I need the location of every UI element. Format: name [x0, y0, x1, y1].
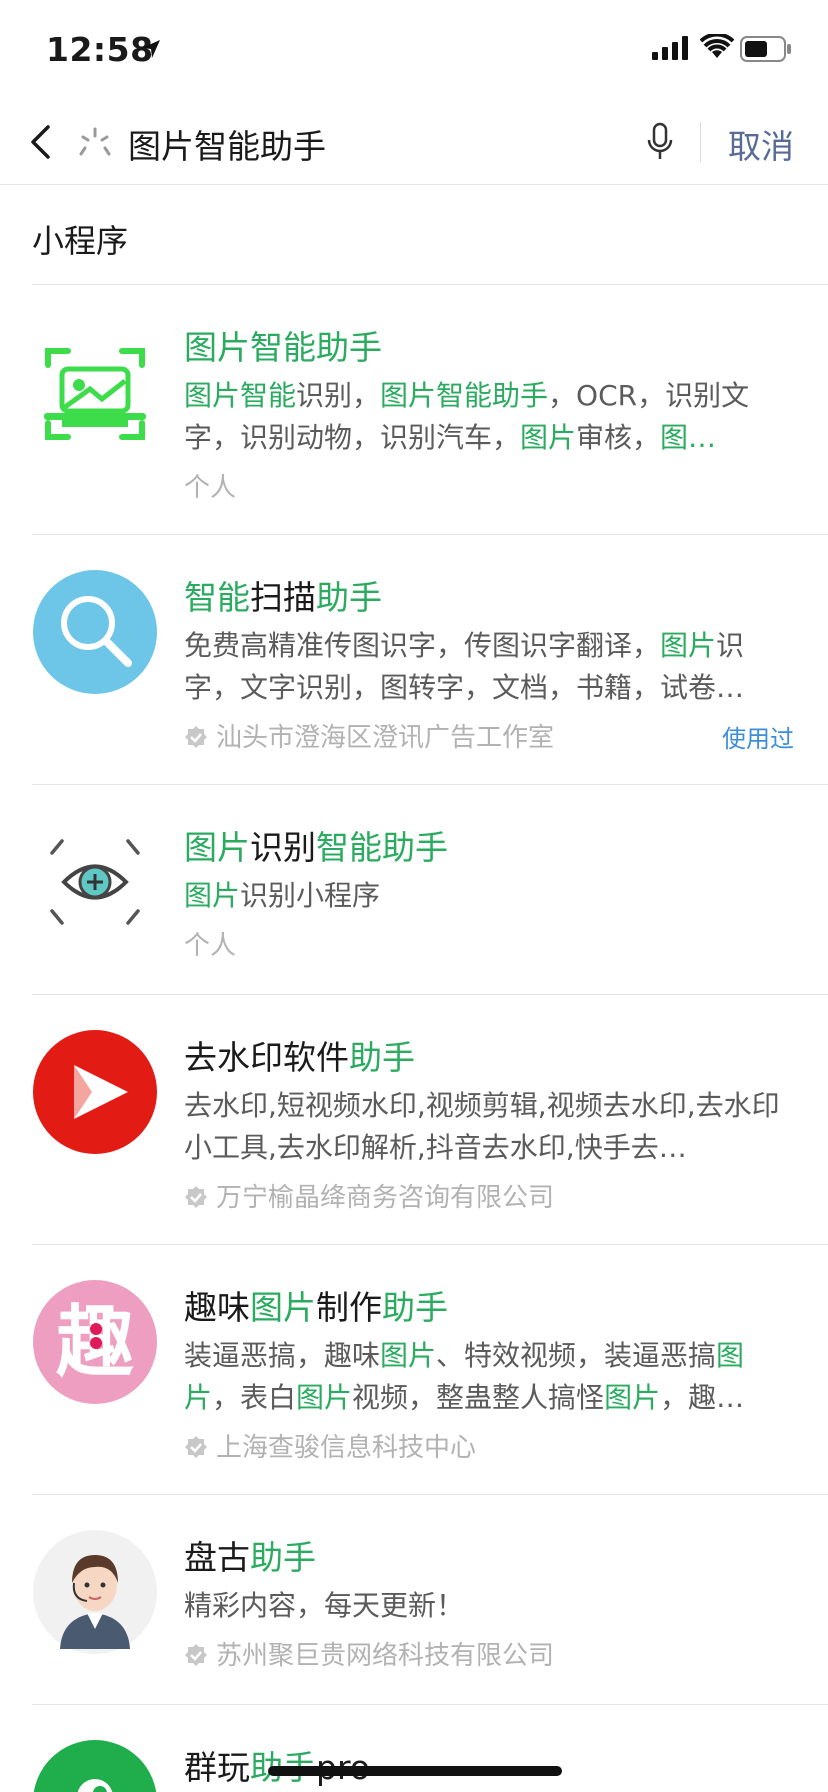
list-item[interactable]: 去水印软件助手 去水印,短视频水印,视频剪辑,视频去水印,去水印小工具,去水印解… — [0, 995, 828, 1245]
assistant-avatar-icon — [32, 1529, 158, 1655]
desc-segment: ，趣… — [660, 1381, 745, 1414]
title-segment: 去水印软件 — [184, 1038, 349, 1077]
owner-text: 个人 — [184, 931, 237, 961]
desc-segment: 图片 — [184, 879, 241, 912]
scan-frame-icon — [32, 331, 158, 457]
list-item[interactable]: 图片识别智能助手 图片识别小程序 个人 — [0, 785, 828, 995]
search-input[interactable]: 图片智能助手 — [128, 120, 326, 168]
eye-icon — [32, 819, 158, 945]
status-time: 12:58 — [46, 30, 154, 69]
item-title: 图片识别智能助手 — [184, 821, 448, 869]
title-segment: 图片 — [250, 1288, 316, 1327]
battery-icon — [740, 36, 791, 62]
title-segment: 助手 — [250, 1538, 316, 1577]
item-owner: 苏州聚巨贵网络科技有限公司 — [184, 1635, 554, 1672]
owner-text: 汕头市澄海区澄讯广告工作室 — [216, 723, 555, 753]
owner-text: 个人 — [184, 473, 237, 503]
item-owner: 万宁榆晶绛商务咨询有限公司 — [184, 1177, 554, 1214]
location-arrow-icon — [142, 40, 160, 58]
green-logo-icon — [32, 1739, 158, 1792]
title-segment: 群玩 — [184, 1748, 250, 1787]
header-divider — [700, 122, 701, 162]
title-segment: 识别 — [250, 828, 316, 867]
title-segment: 制作 — [316, 1288, 382, 1327]
item-title: 智能扫描助手 — [184, 571, 382, 619]
section-title: 小程序 — [32, 222, 129, 260]
owner-text: 万宁榆晶绛商务咨询有限公司 — [216, 1183, 555, 1213]
desc-segment: 去水印,短视频水印,视频剪辑,视频去水印,去水印小工具,去水印解析,抖音去水印,… — [184, 1089, 780, 1164]
back-icon[interactable] — [28, 124, 54, 160]
title-segment: 盘古 — [184, 1538, 250, 1577]
item-title: 群玩助手pro — [184, 1741, 370, 1789]
title-segment: 图片智能助手 — [184, 328, 382, 367]
desc-segment: 图片 — [604, 1381, 661, 1414]
signal-icon — [652, 36, 688, 60]
loading-spinner-icon — [79, 127, 111, 156]
title-segment: 图片 — [184, 828, 250, 867]
item-title: 趣味图片制作助手 — [184, 1281, 448, 1329]
title-segment: 扫描 — [250, 578, 316, 617]
item-owner: 个人 — [184, 467, 236, 504]
title-segment: 智能助手 — [316, 828, 448, 867]
item-title: 盘古助手 — [184, 1531, 316, 1579]
title-segment: 助手 — [316, 578, 382, 617]
title-segment: 助手 — [382, 1288, 448, 1327]
desc-segment: 图片智能助手 — [380, 379, 549, 412]
used-badge: 使用过 — [722, 725, 794, 753]
owner-text: 上海查骏信息科技中心 — [216, 1433, 477, 1463]
search-bar: 图片智能助手 取消 — [0, 100, 828, 185]
list-item[interactable]: 智能扫描助手 免费高精准传图识字，传图识字翻译，图片识字，文字识别，图转字，文档… — [0, 535, 828, 785]
home-indicator — [268, 1766, 562, 1776]
play-icon — [32, 1029, 158, 1155]
item-owner: 汕头市澄海区澄讯广告工作室 — [184, 717, 554, 754]
title-segment: 助手 — [349, 1038, 415, 1077]
item-owner: 上海查骏信息科技中心 — [184, 1427, 476, 1464]
magnifier-icon — [32, 569, 158, 695]
desc-segment: 审核， — [576, 421, 661, 454]
desc-segment: 图片 — [660, 629, 717, 662]
verified-icon — [185, 1186, 207, 1208]
desc-segment: 识别小程序 — [240, 879, 381, 912]
item-description: 图片识别小程序 — [184, 875, 794, 917]
verified-icon — [185, 1436, 207, 1458]
desc-segment: 识别， — [296, 379, 381, 412]
item-description: 去水印,短视频水印,视频剪辑,视频去水印,去水印小工具,去水印解析,抖音去水印,… — [184, 1085, 794, 1169]
list-item[interactable]: 盘古助手 精彩内容，每天更新！ 苏州聚巨贵网络科技有限公司 — [0, 1495, 828, 1705]
wifi-icon — [700, 34, 734, 58]
desc-segment: 、特效视频，装逼恶搞 — [436, 1339, 717, 1372]
title-segment: 智能 — [184, 578, 250, 617]
list-item[interactable]: 群玩助手pro — [0, 1705, 828, 1792]
desc-segment: 图片智能 — [184, 379, 297, 412]
item-owner: 个人 — [184, 925, 236, 962]
list-item[interactable]: 趣 趣味图片制作助手 装逼恶搞，趣味图片、特效视频，装逼恶搞图片，表白图片视频，… — [0, 1245, 828, 1495]
item-description: 精彩内容，每天更新！ — [184, 1585, 794, 1627]
list-item[interactable]: 图片智能助手 图片智能识别，图片智能助手，OCR，识别文字，识别动物，识别汽车，… — [0, 285, 828, 535]
desc-segment: 图… — [660, 421, 717, 454]
verified-icon — [185, 726, 207, 748]
desc-segment: 图片 — [296, 1381, 353, 1414]
desc-segment: ，表白 — [212, 1381, 297, 1414]
item-description: 免费高精准传图识字，传图识字翻译，图片识字，文字识别，图转字，文档，书籍，试卷… — [184, 625, 794, 709]
owner-text: 苏州聚巨贵网络科技有限公司 — [216, 1641, 555, 1671]
desc-segment: 图片 — [520, 421, 577, 454]
desc-segment: 免费高精准传图识字，传图识字翻译， — [184, 629, 661, 662]
cancel-button[interactable]: 取消 — [728, 120, 794, 168]
desc-segment: 装逼恶搞，趣味 — [184, 1339, 381, 1372]
desc-segment: 图片 — [380, 1339, 437, 1372]
status-bar: 12:58 — [0, 0, 828, 100]
item-description: 图片智能识别，图片智能助手，OCR，识别文字，识别动物，识别汽车，图片审核，图… — [184, 375, 794, 459]
item-title: 去水印软件助手 — [184, 1031, 415, 1079]
desc-segment: 精彩内容，每天更新！ — [184, 1589, 465, 1622]
microphone-icon[interactable] — [646, 122, 674, 162]
item-description: 装逼恶搞，趣味图片、特效视频，装逼恶搞图片，表白图片视频，整蛊整人搞怪图片，趣… — [184, 1335, 794, 1419]
desc-segment: 视频，整蛊整人搞怪 — [352, 1381, 605, 1414]
qu-char-icon: 趣 — [32, 1279, 158, 1405]
verified-icon — [185, 1644, 207, 1666]
title-segment: 趣味 — [184, 1288, 250, 1327]
item-title: 图片智能助手 — [184, 321, 382, 369]
